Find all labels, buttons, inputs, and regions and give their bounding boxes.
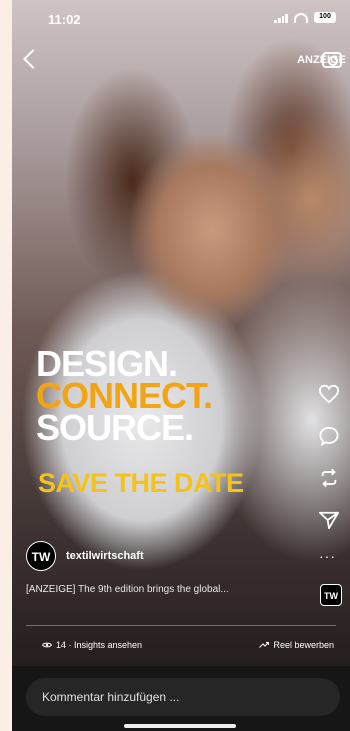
ad-tagline: SAVE THE DATE — [38, 468, 244, 498]
wifi-icon — [294, 12, 308, 23]
comment-input[interactable]: Kommentar hinzufügen ... — [26, 678, 340, 716]
audio-badge[interactable]: TW — [320, 584, 342, 606]
divider — [26, 625, 336, 626]
repost-icon[interactable] — [318, 468, 340, 488]
status-bar: 11:02 100 — [12, 12, 350, 32]
headline-line-source: SOURCE. — [36, 407, 194, 448]
home-indicator — [124, 724, 236, 728]
reel-viewer: 11:02 100 ANZEIGE DESIGN. CONNECT. SOURC… — [12, 0, 350, 731]
post-caption[interactable]: [ANZEIGE] The 9th edition brings the glo… — [26, 584, 306, 595]
signal-icon — [274, 13, 288, 23]
battery-icon: 100 — [314, 12, 336, 23]
avatar[interactable]: TW — [26, 541, 56, 571]
post-author[interactable]: TW textilwirtschaft — [26, 541, 144, 571]
trend-icon — [259, 642, 270, 648]
action-rail — [318, 384, 340, 530]
boost-reel-label: Reel bewerben — [273, 640, 334, 650]
eye-icon — [42, 642, 52, 648]
username[interactable]: textilwirtschaft — [66, 550, 144, 562]
insights-link[interactable]: 14 · Insights ansehen — [42, 640, 142, 650]
insights-label: 14 · Insights ansehen — [56, 640, 143, 650]
camera-icon[interactable] — [322, 52, 342, 68]
send-icon[interactable] — [318, 510, 340, 530]
more-icon[interactable]: ··· — [319, 548, 336, 564]
comment-icon[interactable] — [318, 426, 340, 446]
ad-headline: DESIGN. CONNECT. SOURCE. — [36, 346, 213, 448]
status-time: 11:02 — [48, 12, 81, 27]
heart-icon[interactable] — [318, 384, 340, 404]
boost-reel-link[interactable]: Reel bewerben — [259, 640, 334, 650]
status-icons: 100 — [274, 12, 336, 23]
